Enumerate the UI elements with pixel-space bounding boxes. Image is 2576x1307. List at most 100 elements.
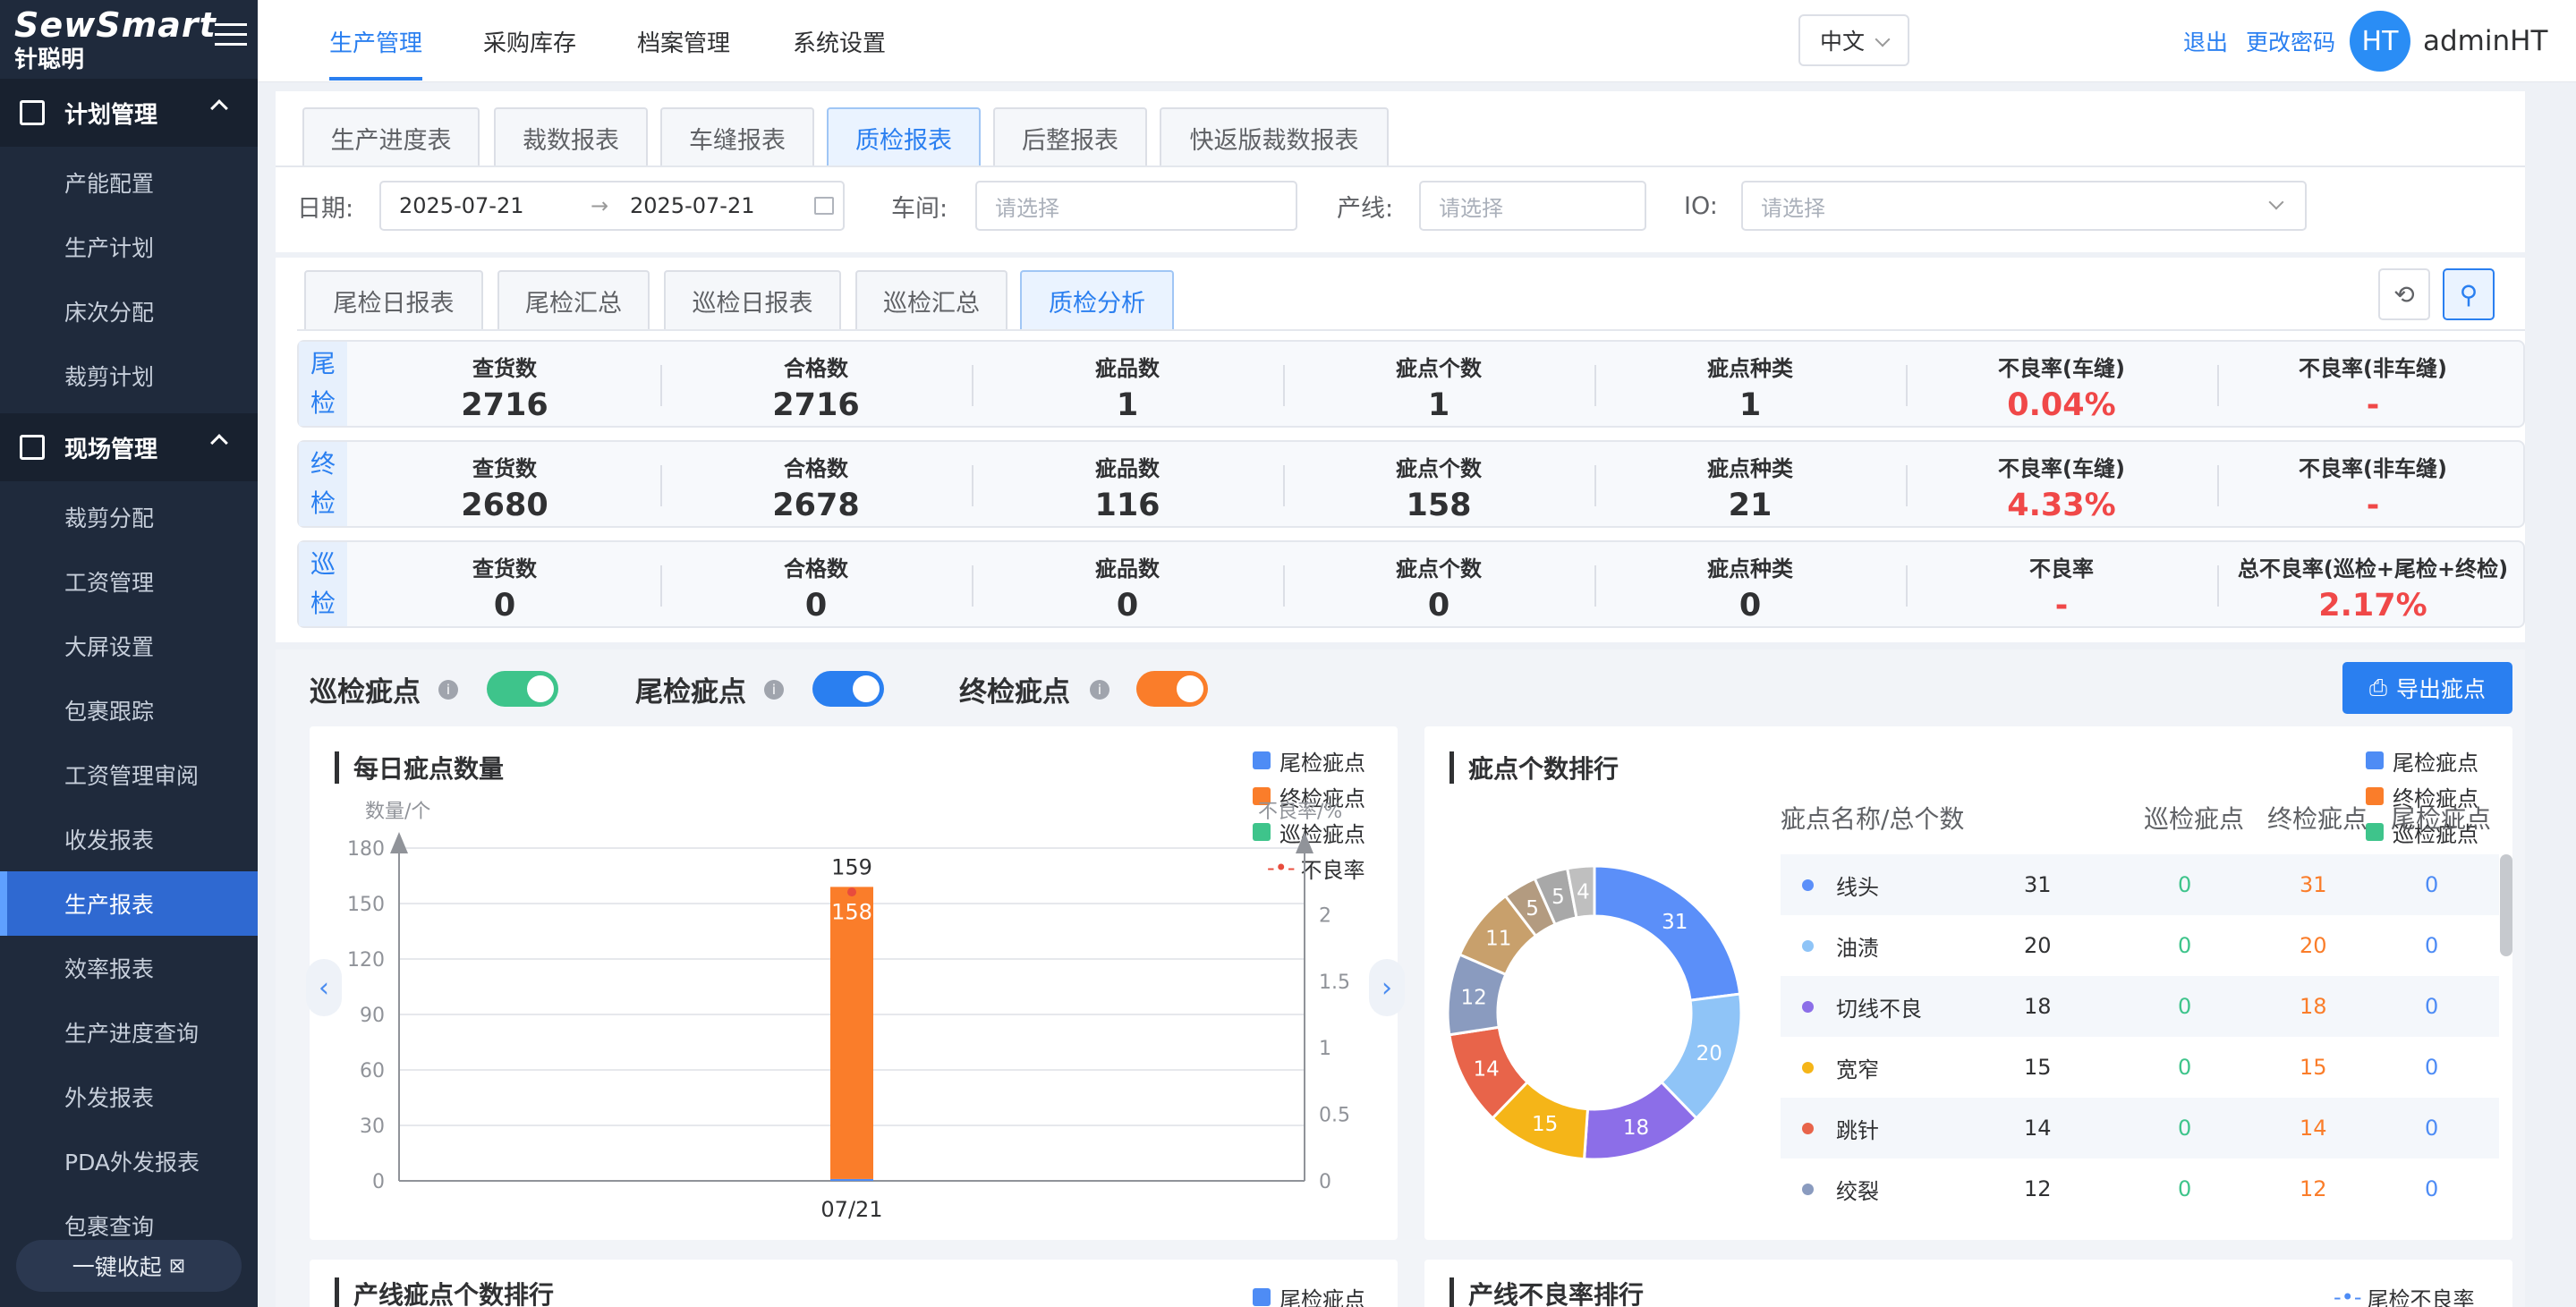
rank-cell-final: 18 bbox=[2300, 994, 2327, 1019]
workshop-select[interactable]: 请选择 bbox=[975, 181, 1297, 231]
stat-label: 总不良率(巡检+尾检+终检) bbox=[2237, 556, 2509, 581]
report-tab[interactable]: 车缝报表 bbox=[660, 107, 814, 166]
top-tab-purchase[interactable]: 采购库存 bbox=[483, 0, 576, 82]
collapse-all-button[interactable]: 一键收起 ⊠ bbox=[16, 1240, 242, 1292]
rate-point bbox=[847, 887, 856, 897]
stat-value: 158 bbox=[1406, 488, 1472, 523]
sidebar-item[interactable]: 床次分配 bbox=[0, 279, 258, 344]
report-tab[interactable]: 快返版裁数报表 bbox=[1160, 107, 1389, 166]
sidebar-item[interactable]: 收发报表 bbox=[0, 807, 258, 871]
sidebar-item[interactable]: 裁剪计划 bbox=[0, 344, 258, 408]
rank-cell-total: 18 bbox=[2024, 994, 2052, 1019]
rank-cell-final: 12 bbox=[2300, 1176, 2327, 1201]
stat-label: 疵品数 bbox=[1095, 456, 1160, 481]
y2-tick-label: 1.5 bbox=[1319, 972, 1350, 994]
y-tick-label: 90 bbox=[360, 1005, 385, 1027]
sidebar: SewSmart 针聪明 计划管理 产能配置 生产计划 床次分配 裁剪计划 现场… bbox=[0, 0, 258, 1307]
stat-row: 尾检 查货数 2716 合格数 2716 疵品数 1 疵点个数 1 疵点种类 1 不良率(车缝) 0.0… bbox=[297, 340, 2525, 428]
stat-cell: 合格数 2716 bbox=[660, 342, 972, 426]
bar-total-label: 159 bbox=[831, 854, 872, 879]
top-tab-production[interactable]: 生产管理 bbox=[329, 0, 423, 82]
date-range-input[interactable]: 2025-07-21 → 2025-07-21 bbox=[379, 181, 845, 231]
sidebar-item[interactable]: 效率报表 bbox=[0, 936, 258, 1000]
info-icon[interactable]: i bbox=[1090, 680, 1109, 700]
sub-tab[interactable]: 尾检汇总 bbox=[497, 270, 650, 329]
report-tab[interactable]: 后整报表 bbox=[993, 107, 1147, 166]
toggle-patrol[interactable] bbox=[487, 671, 558, 707]
report-tab[interactable]: 裁数报表 bbox=[494, 107, 648, 166]
stat-label: 查货数 bbox=[472, 356, 537, 381]
sidebar-item[interactable]: 工资管理 bbox=[0, 549, 258, 614]
filter-button[interactable]: ⚲ bbox=[2443, 268, 2495, 320]
report-tab[interactable]: 生产进度表 bbox=[302, 107, 480, 166]
stat-tag-char: 检 bbox=[310, 488, 336, 518]
rank-cell-tail: 0 bbox=[2425, 1055, 2439, 1080]
sidebar-item[interactable]: 包裹跟踪 bbox=[0, 678, 258, 743]
line-select[interactable]: 请选择 bbox=[1419, 181, 1646, 231]
stat-divider bbox=[972, 365, 973, 406]
table-row[interactable]: 宽窄 15 0 15 0 bbox=[1781, 1037, 2499, 1098]
table-row[interactable]: 绞裂 12 0 12 0 bbox=[1781, 1158, 2499, 1219]
legend-tail-rate[interactable]: -•- 尾检不良率 bbox=[2334, 1283, 2474, 1307]
stat-divider bbox=[660, 365, 662, 406]
logout-link[interactable]: 退出 bbox=[2183, 0, 2228, 82]
sub-tab[interactable]: 巡检日报表 bbox=[664, 270, 841, 329]
stat-divider bbox=[2217, 365, 2219, 406]
table-row[interactable]: 切线不良 18 0 18 0 bbox=[1781, 976, 2499, 1037]
toggle-tail[interactable] bbox=[812, 671, 884, 707]
stat-divider bbox=[972, 565, 973, 607]
stat-label: 疵点种类 bbox=[1707, 356, 1793, 381]
sub-tab-active[interactable]: 质检分析 bbox=[1020, 270, 1174, 329]
stat-cell: 总不良率(巡检+尾检+终检) 2.17% bbox=[2217, 542, 2529, 626]
stat-label: 合格数 bbox=[784, 556, 848, 581]
menu-toggle-icon[interactable] bbox=[215, 23, 247, 52]
report-tab-active[interactable]: 质检报表 bbox=[827, 107, 981, 166]
table-row[interactable]: 油渍 20 0 20 0 bbox=[1781, 915, 2499, 976]
sidebar-item[interactable]: 生产计划 bbox=[0, 215, 258, 279]
stat-label: 查货数 bbox=[472, 556, 537, 581]
sidebar-group-plan[interactable]: 计划管理 bbox=[0, 79, 258, 147]
legend-tail[interactable]: 尾检疵点 bbox=[1253, 1283, 1365, 1307]
stat-row-tag: 终检 bbox=[299, 442, 347, 526]
info-icon[interactable]: i bbox=[764, 680, 784, 700]
stat-label: 疵品数 bbox=[1095, 356, 1160, 381]
rank-scrollbar[interactable] bbox=[2500, 854, 2512, 956]
toggle-final[interactable] bbox=[1136, 671, 1208, 707]
change-password-link[interactable]: 更改密码 bbox=[2246, 0, 2335, 82]
sidebar-item[interactable]: 裁剪分配 bbox=[0, 485, 258, 549]
info-icon[interactable]: i bbox=[438, 680, 458, 700]
sidebar-item[interactable]: 大屏设置 bbox=[0, 614, 258, 678]
export-defects-button[interactable]: ⎙ 导出疵点 bbox=[2342, 662, 2512, 714]
table-row[interactable]: 跳针 14 0 14 0 bbox=[1781, 1098, 2499, 1158]
table-row[interactable]: 线头 31 0 31 0 bbox=[1781, 854, 2499, 915]
sub-tab[interactable]: 尾检日报表 bbox=[304, 270, 483, 329]
username[interactable]: adminHT bbox=[2423, 0, 2547, 82]
refresh-button[interactable]: ⟲ bbox=[2378, 268, 2430, 320]
stat-label: 疵点种类 bbox=[1707, 456, 1793, 481]
stat-cell: 合格数 0 bbox=[660, 542, 972, 626]
avatar[interactable]: HT bbox=[2350, 11, 2410, 72]
legend-tail[interactable]: 尾检疵点 bbox=[2366, 746, 2478, 776]
top-tab-settings[interactable]: 系统设置 bbox=[793, 0, 886, 82]
sidebar-item[interactable]: 产能配置 bbox=[0, 150, 258, 215]
donut-slice-label: 11 bbox=[1485, 927, 1511, 950]
stat-value: 0 bbox=[1739, 588, 1762, 624]
sidebar-item[interactable]: 工资管理审阅 bbox=[0, 743, 258, 807]
stat-tag-char: 检 bbox=[310, 589, 336, 618]
sidebar-item[interactable]: 生产进度查询 bbox=[0, 1000, 258, 1065]
sidebar-item[interactable]: 外发报表 bbox=[0, 1065, 258, 1129]
sub-tab[interactable]: 巡检汇总 bbox=[855, 270, 1007, 329]
stat-label: 不良率(非车缝) bbox=[2299, 456, 2447, 481]
chevron-right-icon[interactable]: › bbox=[1369, 959, 1405, 1016]
stat-value: - bbox=[2366, 488, 2380, 523]
io-select[interactable]: 请选择 bbox=[1741, 181, 2307, 231]
stat-cell: 不良率(非车缝) - bbox=[2217, 342, 2529, 426]
rank-cell-tail: 0 bbox=[2425, 994, 2439, 1019]
language-select[interactable]: 中文 bbox=[1798, 14, 1909, 66]
chevron-left-icon[interactable]: ‹ bbox=[306, 959, 342, 1016]
rank-cell-patrol: 0 bbox=[2178, 1055, 2192, 1080]
top-tab-archive[interactable]: 档案管理 bbox=[637, 0, 730, 82]
sidebar-item-active[interactable]: 生产报表 bbox=[0, 871, 258, 936]
sidebar-group-site[interactable]: 现场管理 bbox=[0, 413, 258, 481]
sidebar-item[interactable]: PDA外发报表 bbox=[0, 1129, 258, 1193]
